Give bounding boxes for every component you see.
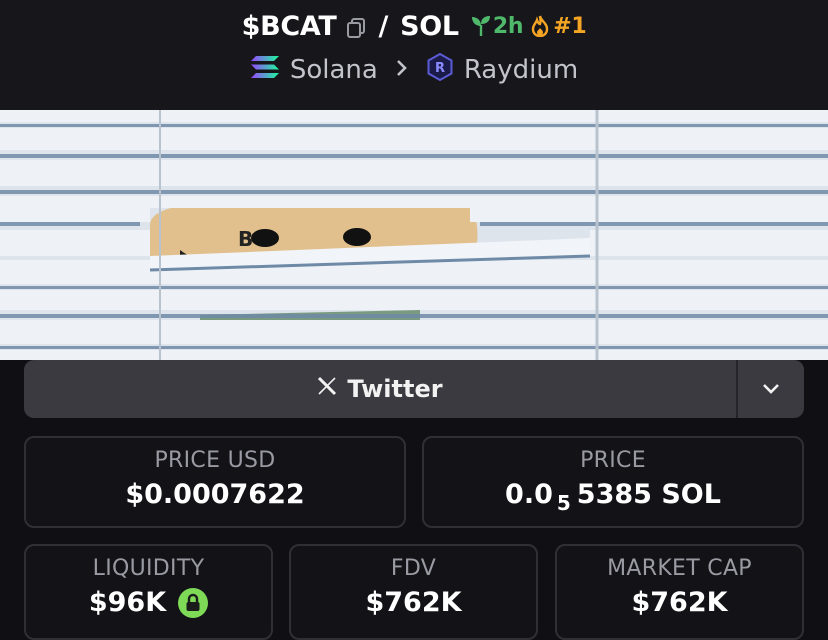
token-symbol: $BCAT — [241, 10, 337, 42]
solana-logo-icon — [250, 54, 280, 87]
chain-link[interactable]: Solana — [290, 55, 378, 85]
price-usd-value: $0.0007622 — [125, 479, 305, 510]
pair-age-badge: 2h — [471, 14, 523, 39]
price-prefix: 0.0 — [505, 479, 553, 510]
chevron-down-icon — [763, 384, 779, 394]
liquidity-value: $96K — [88, 587, 167, 618]
breadcrumb: Solana R Raydium — [0, 52, 828, 88]
social-links-bar: Twitter — [24, 360, 804, 418]
chevron-right-icon — [396, 58, 408, 83]
lock-icon[interactable] — [178, 587, 209, 618]
fdv-card: FDV $762K — [289, 544, 538, 640]
twitter-button[interactable]: Twitter — [24, 360, 736, 418]
copy-icon[interactable] — [345, 15, 367, 38]
pair-title: $BCAT / SOL 2h #1 — [0, 8, 828, 44]
price-native-card: PRICE 0.0 5 5385 SOL — [422, 436, 804, 528]
pair-age: 2h — [492, 13, 524, 39]
market-cap-value: $762K — [631, 587, 728, 618]
price-native-label: PRICE — [580, 448, 646, 473]
flame-icon — [531, 15, 549, 37]
price-digits: 5385 SOL — [576, 479, 721, 510]
price-zero-count: 5 — [556, 490, 571, 515]
price-usd-card: PRICE USD $0.0007622 — [24, 436, 406, 528]
more-links-toggle[interactable] — [738, 360, 804, 418]
fdv-value: $762K — [365, 587, 462, 618]
liquidity-value-row: $96K — [88, 587, 209, 618]
pair-separator: / — [378, 10, 389, 42]
svg-text:B: B — [238, 227, 253, 251]
trending-rank-badge[interactable]: #1 — [531, 13, 587, 39]
quote-symbol: SOL — [400, 10, 459, 42]
x-logo-icon — [317, 376, 337, 402]
twitter-label: Twitter — [347, 375, 443, 403]
fdv-label: FDV — [390, 556, 437, 581]
market-cap-card: MARKET CAP $762K — [555, 544, 804, 640]
pair-header: $BCAT / SOL 2h #1 Solana R Raydium — [0, 0, 828, 110]
svg-text:R: R — [435, 61, 445, 76]
liquidity-card: LIQUIDITY $96K — [24, 544, 273, 640]
raydium-logo-icon: R — [426, 52, 454, 88]
price-usd-label: PRICE USD — [154, 448, 276, 473]
price-native-value: 0.0 5 5385 SOL — [505, 479, 721, 515]
token-banner-image: B — [0, 110, 828, 360]
seedling-icon — [471, 16, 490, 36]
trending-rank: #1 — [553, 13, 587, 39]
liquidity-label: LIQUIDITY — [92, 556, 205, 581]
market-cap-label: MARKET CAP — [607, 556, 752, 581]
dex-link[interactable]: Raydium — [464, 55, 578, 85]
